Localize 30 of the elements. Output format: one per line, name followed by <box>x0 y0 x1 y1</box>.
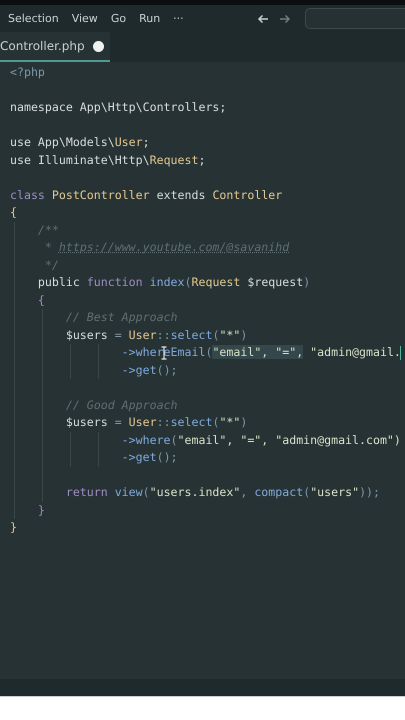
search-field[interactable] <box>305 8 405 29</box>
editor-tab[interactable]: Controller.php <box>0 32 110 62</box>
code-line: */ <box>44 258 59 272</box>
code-line: /** <box>36 222 59 236</box>
code-line: namespace App\Http\Controllers; <box>10 100 226 114</box>
menu-item[interactable]: Run <box>139 12 160 25</box>
forward-arrow-icon[interactable] <box>279 14 291 24</box>
code-line: use Illuminate\Http\Request; <box>10 152 206 166</box>
menu-item[interactable]: ··· <box>173 12 184 25</box>
code-line: // Good Approach <box>64 398 178 412</box>
code-line: ->get(); <box>120 450 178 464</box>
code-line: } <box>36 502 45 516</box>
code-line: ->where("email", "=", "admin@gmail.com") <box>120 432 401 446</box>
code-line: } <box>10 520 17 534</box>
code-line: $users = User::select("*") <box>64 328 248 342</box>
back-arrow-icon[interactable] <box>257 14 269 24</box>
code-line: public function index(Request $request) <box>36 275 310 289</box>
menu-item[interactable]: View <box>72 12 98 25</box>
code-line: // Best Approach <box>64 310 178 324</box>
code-line: <?php <box>10 65 45 79</box>
code-line: $users = User::select("*") <box>64 415 248 429</box>
code-line: { <box>36 292 45 306</box>
menu-item[interactable]: Selection <box>8 12 59 25</box>
code-line: * https://www.youtube.com/@savanihd <box>44 240 290 254</box>
code-line: class PostController extends Controller <box>10 188 282 202</box>
code-line: { <box>10 205 17 219</box>
code-line: use App\Models\User; <box>10 135 150 149</box>
menu-item[interactable]: Go <box>110 12 126 25</box>
code-line: ->get(); <box>120 362 178 376</box>
code-line: return view("users.index", compact("users")); <box>64 485 380 499</box>
